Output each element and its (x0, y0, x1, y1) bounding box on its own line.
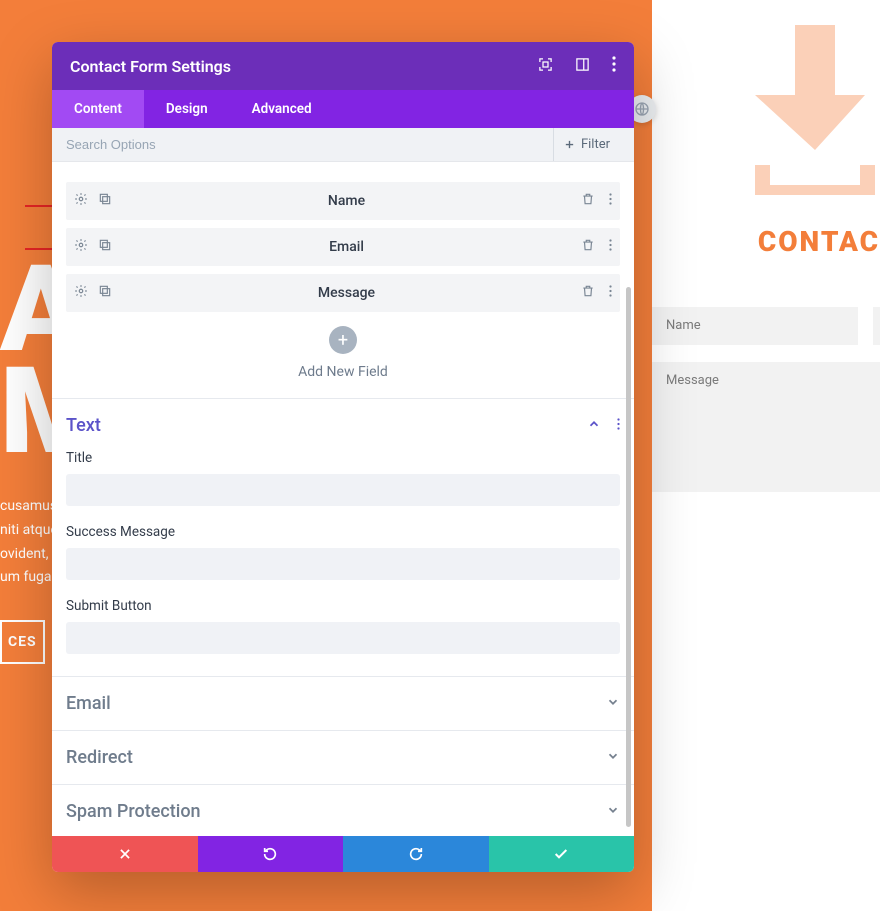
filter-label: Filter (581, 137, 610, 152)
field-label: Message (112, 285, 581, 301)
page-root: AM M cusamus e niti atque ovident, s um … (0, 0, 880, 911)
snap-icon[interactable] (575, 57, 590, 76)
success-message-label: Success Message (66, 524, 620, 540)
redo-button[interactable] (343, 836, 489, 872)
section-text-header[interactable]: Text (66, 415, 620, 436)
add-new-field: + Add New Field (66, 320, 620, 398)
chevron-up-icon (587, 416, 601, 435)
duplicate-icon[interactable] (98, 192, 112, 210)
chevron-down-icon (606, 802, 620, 821)
section-redirect-header[interactable]: Redirect (66, 747, 620, 768)
ces-button[interactable]: CES (0, 620, 45, 664)
trash-icon[interactable] (581, 192, 595, 210)
fields-list: Name Email (52, 162, 634, 398)
section-redirect: Redirect (52, 730, 634, 784)
section-spam: Spam Protection (52, 784, 634, 836)
hero-para-2: niti atque (0, 519, 55, 543)
field-label: Name (112, 193, 581, 209)
preview-name-placeholder: Name (652, 307, 858, 344)
settings-modal: Contact Form Settings Content Design Adv… (52, 42, 634, 872)
hero-para-4: um fuga. (0, 566, 55, 590)
section-email-header[interactable]: Email (66, 693, 620, 714)
trash-icon[interactable] (581, 284, 595, 302)
title-input[interactable] (66, 474, 620, 506)
section-text: Text Title Success Message Submit Button (52, 398, 634, 676)
download-icon (750, 25, 880, 195)
field-row-email[interactable]: Email (66, 228, 620, 266)
tab-advanced[interactable]: Advanced (230, 90, 334, 128)
chevron-down-icon (606, 694, 620, 713)
undo-button[interactable] (198, 836, 344, 872)
preview-message-placeholder: Message (652, 362, 880, 399)
duplicate-icon[interactable] (98, 238, 112, 256)
gear-icon[interactable] (74, 192, 88, 210)
filter-button[interactable]: Filter (553, 128, 620, 161)
gear-icon[interactable] (74, 284, 88, 302)
section-spam-header[interactable]: Spam Protection (66, 801, 620, 822)
more-icon[interactable] (617, 416, 620, 435)
preview-message-field[interactable]: Message (652, 362, 880, 492)
field-row-message[interactable]: Message (66, 274, 620, 312)
success-message-input[interactable] (66, 548, 620, 580)
search-bar: Filter (52, 128, 634, 162)
more-icon[interactable] (609, 192, 612, 210)
modal-header: Contact Form Settings (52, 42, 634, 90)
duplicate-icon[interactable] (98, 284, 112, 302)
preview-email-field[interactable] (873, 307, 880, 345)
check-icon (553, 846, 569, 862)
section-email: Email (52, 676, 634, 730)
more-icon[interactable] (612, 56, 616, 76)
expand-icon[interactable] (538, 57, 553, 76)
add-field-button[interactable]: + (329, 326, 357, 354)
hero-para-1: cusamus e (0, 495, 55, 519)
more-icon[interactable] (609, 284, 612, 302)
tab-design[interactable]: Design (144, 90, 230, 128)
contact-heading: CONTAC (758, 225, 880, 258)
section-spam-title: Spam Protection (66, 801, 201, 822)
submit-button-label: Submit Button (66, 598, 620, 614)
gear-icon[interactable] (74, 238, 88, 256)
section-redirect-title: Redirect (66, 747, 133, 768)
modal-body: Name Email (52, 162, 634, 836)
modal-title: Contact Form Settings (70, 57, 538, 76)
preview-name-field[interactable]: Name (652, 307, 858, 345)
discard-button[interactable] (52, 836, 198, 872)
field-label: Email (112, 239, 581, 255)
tab-bar: Content Design Advanced (52, 90, 634, 128)
submit-button-input[interactable] (66, 622, 620, 654)
chevron-down-icon (606, 748, 620, 767)
hero-para-3: ovident, s (0, 543, 55, 567)
redo-icon (408, 846, 424, 862)
hero-paragraph: cusamus e niti atque ovident, s um fuga. (0, 495, 55, 590)
search-input[interactable] (66, 137, 553, 152)
tab-content[interactable]: Content (52, 90, 144, 128)
plus-icon (564, 139, 575, 150)
section-text-title: Text (66, 415, 101, 436)
title-label: Title (66, 450, 620, 466)
modal-footer (52, 836, 634, 872)
close-icon (118, 847, 132, 861)
save-button[interactable] (489, 836, 635, 872)
trash-icon[interactable] (581, 238, 595, 256)
section-email-title: Email (66, 693, 111, 714)
undo-icon (262, 846, 278, 862)
scrollbar[interactable] (626, 287, 631, 827)
field-row-name[interactable]: Name (66, 182, 620, 220)
add-field-label: Add New Field (66, 364, 620, 380)
more-icon[interactable] (609, 238, 612, 256)
